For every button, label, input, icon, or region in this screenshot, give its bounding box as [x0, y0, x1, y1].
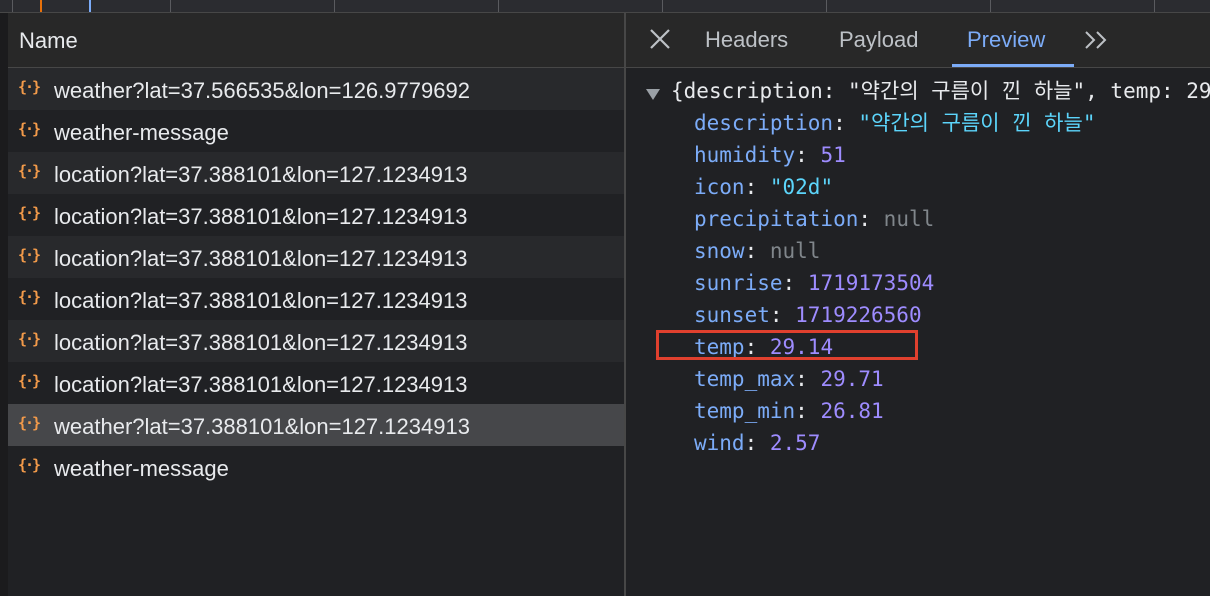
request-name: location?lat=37.388101&lon=127.1234913 [54, 372, 468, 397]
json-value: 29.71 [820, 367, 884, 391]
json-summary-value: "약간의 구름이 낀 하늘" [848, 79, 1086, 103]
active-tab-indicator [952, 64, 1074, 67]
json-field-temp[interactable]: temp: 29.14 [694, 331, 833, 363]
chevron-double-right-icon[interactable] [1083, 29, 1111, 51]
timeline-tick [12, 0, 13, 12]
fetch-json-icon: {·} [18, 246, 41, 264]
json-key: sunset [694, 303, 770, 327]
timeline-tick [498, 0, 499, 12]
json-summary-rest: , temp: 29.14 [1085, 79, 1210, 103]
timeline-tick [334, 0, 335, 12]
json-key: precipitation [694, 207, 859, 231]
json-key: temp_max [694, 367, 796, 391]
tab-headers[interactable]: Headers [705, 27, 788, 53]
fetch-json-icon: {·} [18, 330, 41, 348]
fetch-json-icon: {·} [18, 414, 41, 432]
fetch-json-icon: {·} [18, 120, 41, 138]
request-row[interactable]: {·} location?lat=37.388101&lon=127.123491… [8, 320, 624, 362]
request-row[interactable]: {·} weather-message [8, 110, 624, 152]
left-edge-gutter [0, 13, 8, 596]
json-value: 1719226560 [795, 303, 922, 327]
timeline-overview[interactable] [0, 0, 1210, 13]
tab-preview[interactable]: Preview [967, 27, 1045, 53]
name-column-label: Name [19, 28, 78, 53]
request-row[interactable]: {·} location?lat=37.388101&lon=127.123491… [8, 236, 624, 278]
timeline-tick [170, 0, 171, 12]
json-key: temp [694, 335, 745, 359]
json-value: 51 [820, 143, 846, 167]
json-field-humidity[interactable]: humidity: 51 [694, 139, 846, 171]
triangle-down-icon[interactable] [646, 89, 660, 100]
request-name: weather?lat=37.566535&lon=126.9779692 [54, 78, 470, 103]
json-key: description [694, 111, 834, 135]
fetch-json-icon: {·} [18, 456, 41, 474]
json-summary-line[interactable]: {description: "약간의 구름이 낀 하늘", temp: 29.1… [626, 75, 1210, 107]
fetch-json-icon: {·} [18, 288, 41, 306]
json-field-wind[interactable]: wind: 2.57 [694, 427, 820, 459]
json-field-sunset[interactable]: sunset: 1719226560 [694, 299, 922, 331]
json-value: 2.57 [769, 431, 821, 455]
request-name: location?lat=37.388101&lon=127.1234913 [54, 288, 468, 313]
tab-payload[interactable]: Payload [839, 27, 919, 53]
fetch-json-icon: {·} [18, 204, 41, 222]
json-value: null [769, 239, 821, 263]
json-value: "02d" [769, 175, 834, 199]
request-row[interactable]: {·} location?lat=37.388101&lon=127.123491… [8, 152, 624, 194]
fetch-json-icon: {·} [18, 78, 41, 96]
json-field-icon[interactable]: icon: "02d" [694, 171, 833, 203]
json-key: snow [694, 239, 745, 263]
fetch-json-icon: {·} [18, 372, 41, 390]
json-value: null [883, 207, 935, 231]
request-name: location?lat=37.388101&lon=127.1234913 [54, 246, 468, 271]
timeline-marker-dom [40, 0, 42, 12]
json-key: temp_min [694, 399, 796, 423]
request-name: location?lat=37.388101&lon=127.1234913 [54, 162, 468, 187]
json-key: icon [694, 175, 745, 199]
json-summary-key: description [683, 79, 823, 103]
request-list-panel: Name {·} weather?lat=37.566535&lon=126.97… [8, 13, 624, 596]
json-open-brace: { [671, 79, 684, 103]
json-field-snow[interactable]: snow: null [694, 235, 820, 267]
request-name: location?lat=37.388101&lon=127.1234913 [54, 204, 468, 229]
request-row[interactable]: {·} weather?lat=37.566535&lon=126.9779692 [8, 68, 624, 110]
timeline-tick [990, 0, 991, 12]
request-detail-panel: Headers Payload Preview {description: "약… [626, 13, 1210, 596]
json-key: humidity [694, 143, 796, 167]
json-value: 26.81 [820, 399, 884, 423]
timeline-tick [826, 0, 827, 12]
json-field-precipitation[interactable]: precipitation: null [694, 203, 934, 235]
request-name: weather?lat=37.388101&lon=127.1234913 [54, 414, 470, 439]
request-name: location?lat=37.388101&lon=127.1234913 [54, 330, 468, 355]
timeline-tick [662, 0, 663, 12]
request-rows: {·} weather?lat=37.566535&lon=126.9779692… [8, 68, 624, 488]
request-name: weather-message [54, 456, 229, 481]
json-value: 29.14 [769, 335, 834, 359]
request-row[interactable]: {·} location?lat=37.388101&lon=127.123491… [8, 362, 624, 404]
close-icon[interactable] [648, 27, 672, 51]
json-field-sunrise[interactable]: sunrise: 1719173504 [694, 267, 934, 299]
json-key: wind [694, 431, 745, 455]
request-row[interactable]: {·} weather-message [8, 446, 624, 488]
request-row[interactable]: {·} location?lat=37.388101&lon=127.123491… [8, 278, 624, 320]
timeline-tick [1154, 0, 1155, 12]
json-field-description[interactable]: description: "약간의 구름이 낀 하늘" [694, 107, 1095, 139]
name-column-header[interactable]: Name [8, 13, 624, 68]
request-row[interactable]: {·} location?lat=37.388101&lon=127.123491… [8, 194, 624, 236]
detail-tab-bar: Headers Payload Preview [626, 13, 1210, 68]
json-value: 1719173504 [807, 271, 935, 295]
fetch-json-icon: {·} [18, 162, 41, 180]
json-field-temp-max[interactable]: temp_max: 29.71 [694, 363, 884, 395]
json-value: "약간의 구름이 낀 하늘" [858, 111, 1096, 135]
request-name: weather-message [54, 120, 229, 145]
json-field-temp-min[interactable]: temp_min: 26.81 [694, 395, 884, 427]
json-key: sunrise [694, 271, 783, 295]
request-list-empty-area [8, 488, 624, 596]
request-row[interactable]: {·} weather?lat=37.388101&lon=127.1234913 [8, 404, 624, 446]
timeline-marker-load [89, 0, 91, 12]
